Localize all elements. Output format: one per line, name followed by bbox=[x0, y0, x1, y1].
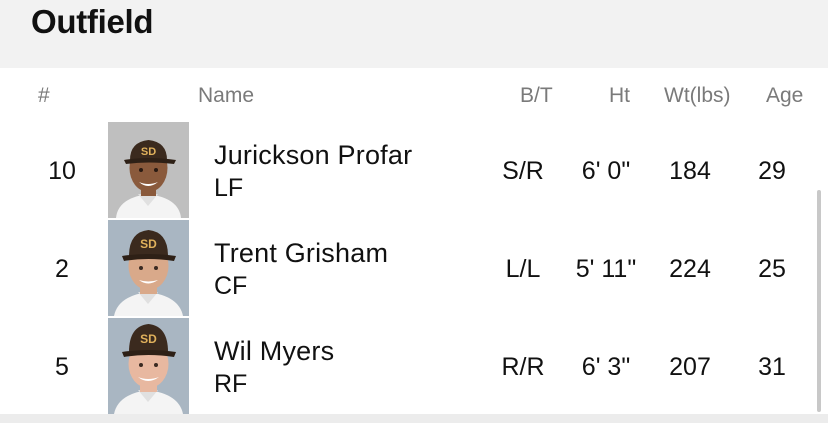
table-row[interactable]: 5 SD Wil Myers RF R/R 6' 3" 207 31 bbox=[0, 318, 828, 416]
divider bbox=[0, 414, 828, 423]
player-number: 2 bbox=[55, 255, 69, 283]
player-headshot-icon[interactable]: SD bbox=[108, 318, 189, 414]
player-age: 25 bbox=[758, 255, 786, 283]
column-header-bats-throws: B/T bbox=[520, 84, 553, 107]
player-height: 5' 11" bbox=[575, 255, 637, 283]
player-height: 6' 0" bbox=[581, 157, 631, 185]
player-bats-throws: R/R bbox=[501, 353, 545, 381]
player-weight: 207 bbox=[669, 353, 711, 381]
svg-text:SD: SD bbox=[141, 146, 156, 158]
player-position: CF bbox=[214, 272, 248, 300]
column-header-number: # bbox=[38, 84, 50, 107]
player-name[interactable]: Jurickson Profar bbox=[214, 140, 412, 171]
player-bats-throws: S/R bbox=[502, 157, 544, 185]
player-number: 5 bbox=[55, 353, 69, 381]
section-header: Outfield bbox=[0, 0, 828, 68]
player-name[interactable]: Wil Myers bbox=[214, 336, 334, 367]
table-row[interactable]: 2 SD Trent Grisham CF L/L 5' 11" 224 25 bbox=[0, 220, 828, 318]
column-header-height: Ht bbox=[609, 84, 630, 107]
section-title: Outfield bbox=[31, 3, 154, 40]
svg-text:SD: SD bbox=[140, 332, 157, 346]
player-position: LF bbox=[214, 174, 244, 202]
scrollbar[interactable] bbox=[817, 190, 821, 412]
player-position: RF bbox=[214, 370, 248, 398]
player-age: 31 bbox=[758, 353, 786, 381]
player-weight: 184 bbox=[669, 157, 711, 185]
player-height: 6' 3" bbox=[581, 353, 631, 381]
player-weight: 224 bbox=[669, 255, 711, 283]
player-bats-throws: L/L bbox=[505, 255, 541, 283]
column-header-name: Name bbox=[198, 84, 255, 107]
table-row[interactable]: 10 SD Jurickson Profar LF S/R 6' 0" 184 … bbox=[0, 122, 828, 220]
column-header-weight: Wt(lbs) bbox=[664, 84, 731, 107]
player-number: 10 bbox=[48, 157, 76, 185]
player-headshot-icon[interactable]: SD bbox=[108, 220, 189, 316]
player-headshot-icon[interactable]: SD bbox=[108, 122, 189, 218]
player-name[interactable]: Trent Grisham bbox=[214, 238, 388, 269]
player-age: 29 bbox=[758, 157, 786, 185]
svg-text:SD: SD bbox=[140, 237, 157, 251]
column-header-age: Age bbox=[766, 84, 804, 107]
